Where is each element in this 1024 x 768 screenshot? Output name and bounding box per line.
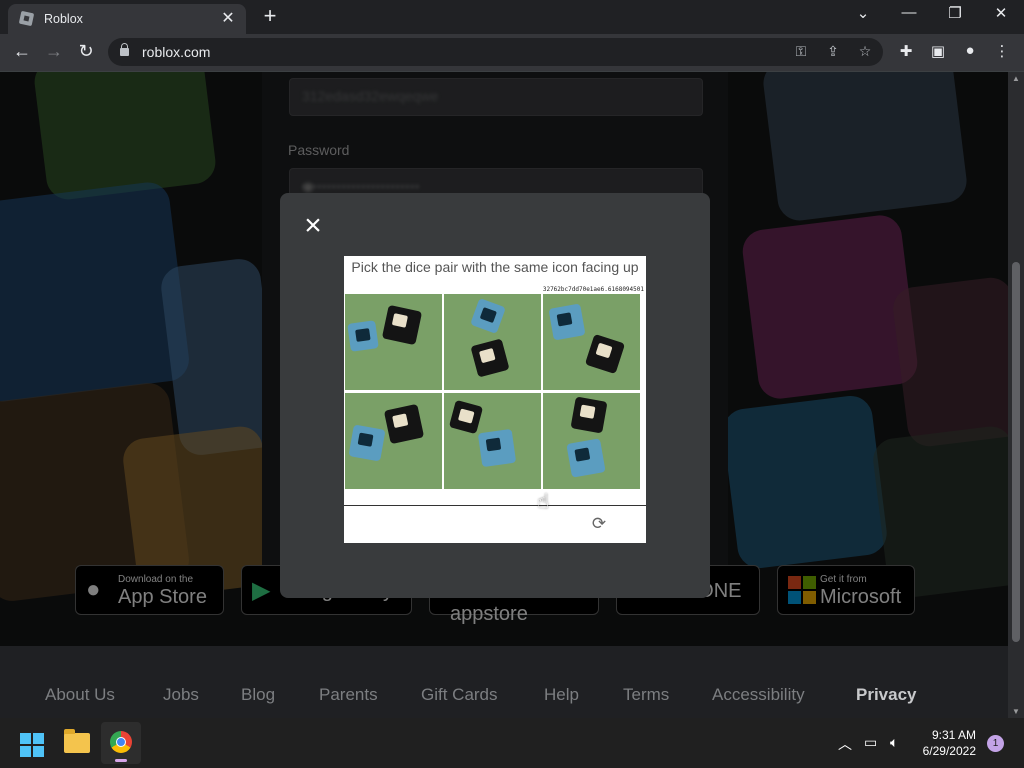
scrollbar-thumb[interactable] xyxy=(1012,262,1020,642)
show-hidden-icons-icon[interactable]: ︿ xyxy=(838,734,852,754)
chrome-icon xyxy=(110,731,132,753)
captcha-option-1[interactable] xyxy=(345,294,442,390)
windows-start-icon[interactable] xyxy=(20,733,44,757)
network-icon[interactable]: ▭ xyxy=(864,734,877,751)
chrome-taskbar-button[interactable] xyxy=(101,722,141,764)
tab-search-button[interactable]: ⌄ xyxy=(848,4,878,22)
dice-icon xyxy=(448,399,484,435)
page-footer: About Us Jobs Blog Parents Gift Cards He… xyxy=(0,646,1008,718)
back-icon[interactable]: ← xyxy=(10,41,34,62)
captcha-prompt: Pick the dice pair with the same icon fa… xyxy=(351,259,639,275)
forward-icon[interactable]: → xyxy=(42,41,66,62)
tab-close-icon[interactable]: ✕ xyxy=(218,8,238,28)
profile-icon[interactable]: ● xyxy=(958,42,982,59)
captcha-hash: 32762bc7dd70e1ae6.6168094501 xyxy=(542,286,644,293)
sidepanel-icon[interactable]: ▣ xyxy=(926,42,950,60)
dice-icon xyxy=(470,338,510,378)
dice-icon xyxy=(381,304,423,346)
extensions-icon[interactable]: ✚ xyxy=(894,42,918,60)
close-icon[interactable]: × xyxy=(300,211,326,241)
dice-icon xyxy=(347,320,379,352)
footer-link-gift-cards[interactable]: Gift Cards xyxy=(421,685,498,705)
tab-strip: Roblox ✕ + ⌄ — ❐ ✕ xyxy=(0,0,1024,34)
menu-icon[interactable]: ⋮ xyxy=(990,42,1014,60)
captcha-option-6[interactable] xyxy=(543,393,640,489)
footer-link-privacy[interactable]: Privacy xyxy=(856,685,917,705)
page-scrollbar[interactable]: ▲ ▼ xyxy=(1008,72,1024,718)
dice-icon xyxy=(348,424,386,462)
captcha-option-3[interactable] xyxy=(543,294,640,390)
dice-icon xyxy=(570,396,608,434)
close-window-button[interactable]: ✕ xyxy=(986,4,1016,22)
dice-icon xyxy=(470,298,506,334)
minimize-button[interactable]: — xyxy=(894,4,924,21)
windows-taskbar: ︿ ▭ 🔈︎ 9:31 AM 6/29/2022 1 xyxy=(0,718,1024,768)
volume-icon[interactable]: 🔈︎ xyxy=(890,734,898,751)
new-tab-button[interactable]: + xyxy=(258,3,282,29)
roblox-page: 312edasd32ewqeqwe Password •••••••••••••… xyxy=(0,72,1008,718)
active-indicator xyxy=(115,759,127,762)
dice-icon xyxy=(584,333,626,375)
dice-icon xyxy=(383,403,425,445)
captcha-option-4[interactable] xyxy=(345,393,442,489)
footer-link-about[interactable]: About Us xyxy=(45,685,115,705)
dice-icon xyxy=(477,428,517,468)
url-text[interactable]: roblox.com xyxy=(142,44,210,60)
notification-badge[interactable]: 1 xyxy=(987,735,1004,752)
lock-icon[interactable] xyxy=(120,43,129,56)
captcha-option-5[interactable] xyxy=(444,393,541,489)
divider xyxy=(344,505,646,506)
footer-link-parents[interactable]: Parents xyxy=(319,685,378,705)
scroll-up-icon[interactable]: ▲ xyxy=(1008,74,1024,83)
refresh-icon[interactable]: ⟳ xyxy=(589,514,609,534)
dice-icon xyxy=(566,438,606,478)
footer-link-blog[interactable]: Blog xyxy=(241,685,275,705)
footer-link-terms[interactable]: Terms xyxy=(623,685,669,705)
footer-link-accessibility[interactable]: Accessibility xyxy=(712,685,805,705)
star-icon[interactable]: ☆ xyxy=(854,43,876,60)
captcha-grid xyxy=(345,294,645,492)
restore-button[interactable]: ❐ xyxy=(940,4,970,22)
scroll-down-icon[interactable]: ▼ xyxy=(1008,707,1024,716)
dice-icon xyxy=(548,303,586,341)
roblox-favicon-icon xyxy=(18,10,35,27)
system-clock[interactable]: 9:31 AM 6/29/2022 xyxy=(912,727,976,759)
tab-title: Roblox xyxy=(44,12,83,26)
share-icon[interactable]: ⇪ xyxy=(822,43,844,60)
file-explorer-icon[interactable] xyxy=(64,729,90,753)
address-bar[interactable]: roblox.com ⚿ ⇪ ☆ xyxy=(108,38,883,66)
clock-time: 9:31 AM xyxy=(931,728,976,742)
tab-roblox[interactable]: Roblox ✕ xyxy=(8,4,246,34)
reload-icon[interactable]: ↻ xyxy=(74,41,98,62)
key-icon[interactable]: ⚿ xyxy=(790,43,812,60)
captcha-option-2[interactable] xyxy=(444,294,541,390)
hand-cursor-icon: ☝ xyxy=(537,491,550,513)
browser-toolbar: ← → ↻ roblox.com ⚿ ⇪ ☆ ✚ ▣ ● ⋮ xyxy=(0,34,1024,72)
footer-link-help[interactable]: Help xyxy=(544,685,579,705)
footer-link-jobs[interactable]: Jobs xyxy=(163,685,199,705)
clock-date: 6/29/2022 xyxy=(922,744,976,758)
captcha-frame: Pick the dice pair with the same icon fa… xyxy=(344,256,646,543)
captcha-modal: × Pick the dice pair with the same icon … xyxy=(280,193,710,598)
